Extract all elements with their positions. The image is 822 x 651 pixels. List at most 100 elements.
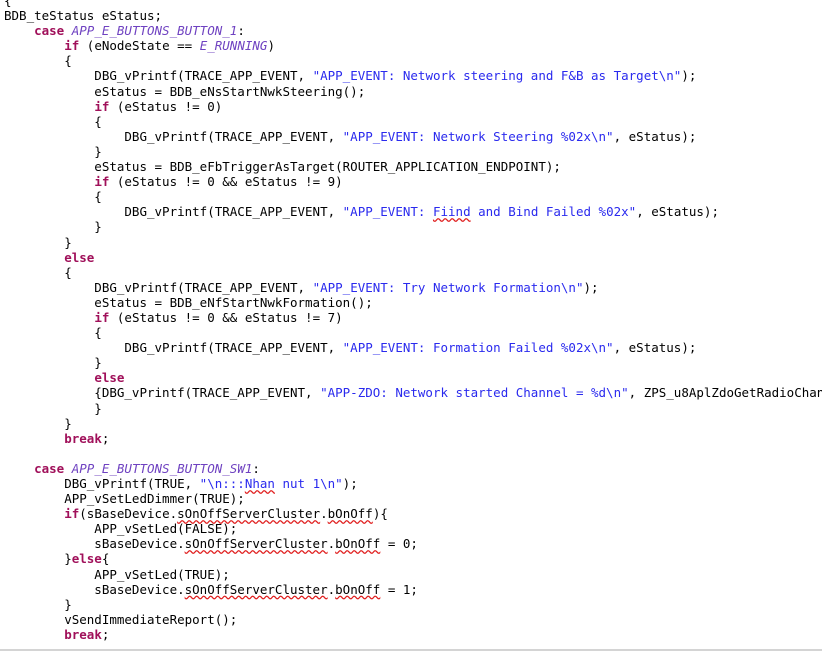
code-line[interactable]: if (eNodeState == E_RUNNING) [4,38,822,53]
code-token-str: "APP_EVENT: Network steering and F&B as … [312,68,682,84]
code-line[interactable]: eStatus = BDB_eNsStartNwkSteering(); [4,84,822,99]
code-line[interactable]: sBaseDevice.sOnOffServerCluster.bOnOff =… [4,536,822,551]
code-token-kw: if [94,98,110,114]
code-token-kw: break [64,430,102,446]
code-line[interactable]: { [4,53,822,68]
code-token-plain: eStatus = BDB_eNsStartNwkSteering(); [4,83,366,99]
code-token-plain: (eStatus != 0 && eStatus != 9) [109,174,343,190]
code-token-plain: eStatus = BDB_eNfStartNwkFormation(); [4,294,373,310]
code-token-plain: APP_vSetLed(TRUE); [4,566,230,582]
code-token-plain: ); [583,279,599,295]
code-token-plain: , eStatus); [613,128,697,144]
code-line[interactable]: } [4,144,822,159]
code-line[interactable]: {DBG_vPrintf(TRACE_APP_EVENT, "APP-ZDO: … [4,385,822,400]
code-line[interactable]: DBG_vPrintf(TRACE_APP_EVENT, "APP_EVENT:… [4,204,822,219]
code-line[interactable]: case APP_E_BUTTONS_BUTTON_SW1: [4,461,822,476]
code-line[interactable]: if (eStatus != 0 && eStatus != 9) [4,174,822,189]
code-token-plain: (eStatus != 0 && eStatus != 7) [109,309,343,325]
code-token-plain: } [4,234,72,250]
code-token-plain: DBG_vPrintf(TRACE_APP_EVENT, [4,68,313,84]
code-line[interactable]: APP_vSetLed(TRUE); [4,567,822,582]
code-token-plain: BDB_teStatus eStatus; [4,8,163,24]
code-line[interactable]: } [4,235,822,250]
code-line[interactable]: sBaseDevice.sOnOffServerCluster.bOnOff =… [4,582,822,597]
code-line[interactable]: DBG_vPrintf(TRUE, "\n:::Nhan nut 1\n"); [4,476,822,491]
code-token-plain: DBG_vPrintf(TRACE_APP_EVENT, [4,128,343,144]
code-content[interactable]: {BDB_teStatus eStatus; case APP_E_BUTTON… [0,0,822,642]
code-token-str: nut 1\n" [274,476,343,491]
code-line[interactable]: APP_vSetLedDimmer(TRUE); [4,491,822,506]
code-token-plain: sBaseDevice. [4,581,185,597]
code-token-plain: } [4,551,72,567]
code-line[interactable]: } [4,219,822,234]
code-line[interactable]: if (eStatus != 0) [4,99,822,114]
code-line[interactable]: DBG_vPrintf(TRACE_APP_EVENT, "APP_EVENT:… [4,280,822,295]
code-token-plain: ); [342,476,358,491]
code-token-plain: (sBaseDevice. [79,506,178,522]
code-line[interactable]: { [4,114,822,129]
code-token-plain: = 1; [380,581,418,597]
code-line[interactable]: if(sBaseDevice.sOnOffServerCluster.bOnOf… [4,506,822,521]
code-token-sp: sOnOffServerCluster [177,506,321,522]
code-token-sp-str: Nhan [244,476,275,491]
code-line[interactable]: BDB_teStatus eStatus; [4,8,822,23]
code-token-kw: case [34,460,65,476]
code-line[interactable]: DBG_vPrintf(TRACE_APP_EVENT, "APP_EVENT:… [4,68,822,83]
code-line[interactable]: DBG_vPrintf(TRACE_APP_EVENT, "APP_EVENT:… [4,129,822,144]
code-token-const: APP_E_BUTTONS_BUTTON_1 [71,23,238,39]
code-line[interactable]: eStatus = BDB_eFbTriggerAsTarget(ROUTER_… [4,159,822,174]
code-token-plain: } [4,143,102,159]
code-token-plain: {DBG_vPrintf(TRACE_APP_EVENT, [4,385,321,401]
code-line[interactable]: else [4,250,822,265]
code-token-plain: DBG_vPrintf(TRACE_APP_EVENT, [4,340,343,356]
code-line[interactable]: } [4,355,822,370]
code-line[interactable]: vSendImmediateReport(); [4,612,822,627]
code-line[interactable]: } [4,597,822,612]
code-line[interactable]: { [4,265,822,280]
code-token-plain: DBG_vPrintf(TRACE_APP_EVENT, [4,279,313,295]
code-editor[interactable]: {BDB_teStatus eStatus; case APP_E_BUTTON… [0,0,822,651]
code-token-plain: , ZPS_u8AplZdoGetRadioChannel() ); [628,385,822,401]
code-line[interactable]: if (eStatus != 0 && eStatus != 7) [4,310,822,325]
code-line[interactable]: break; [4,627,822,642]
code-line[interactable]: DBG_vPrintf(TRACE_APP_EVENT, "APP_EVENT:… [4,340,822,355]
code-token-plain: (eNodeState == [79,38,200,54]
code-token-kw: case [34,23,65,39]
code-line[interactable]: case APP_E_BUTTONS_BUTTON_1: [4,23,822,38]
code-line[interactable]: APP_vSetLed(FALSE); [4,521,822,536]
code-token-plain: , eStatus); [636,204,719,220]
code-token-kw: else [64,249,95,265]
code-token-sp: bOnOff [327,506,373,522]
code-token-plain: ){ [372,506,388,522]
code-token-kw: if [64,38,80,54]
code-token-kw: else [94,370,125,386]
code-line[interactable]: } [4,416,822,431]
code-line[interactable]: } [4,401,822,416]
code-token-str: "APP_EVENT: Formation Failed %02x\n" [342,340,614,356]
code-line[interactable]: else [4,370,822,385]
code-line[interactable]: }else{ [4,551,822,566]
code-token-plain: { [4,189,102,205]
code-line[interactable]: eStatus = BDB_eNfStartNwkFormation(); [4,295,822,310]
code-token-str: "APP_EVENT: Network Steering %02x\n" [342,128,614,144]
code-line[interactable]: { [4,0,822,8]
code-line[interactable]: { [4,189,822,204]
code-line[interactable]: { [4,325,822,340]
code-token-plain: } [4,355,102,371]
code-token-kw: else [71,551,102,567]
code-line[interactable] [4,446,822,461]
code-token-plain: sBaseDevice. [4,536,185,552]
code-line[interactable]: break; [4,431,822,446]
code-token-plain: { [4,325,102,341]
code-token-str: "APP_EVENT: [342,204,433,220]
code-token-str: "\n::: [199,476,245,491]
